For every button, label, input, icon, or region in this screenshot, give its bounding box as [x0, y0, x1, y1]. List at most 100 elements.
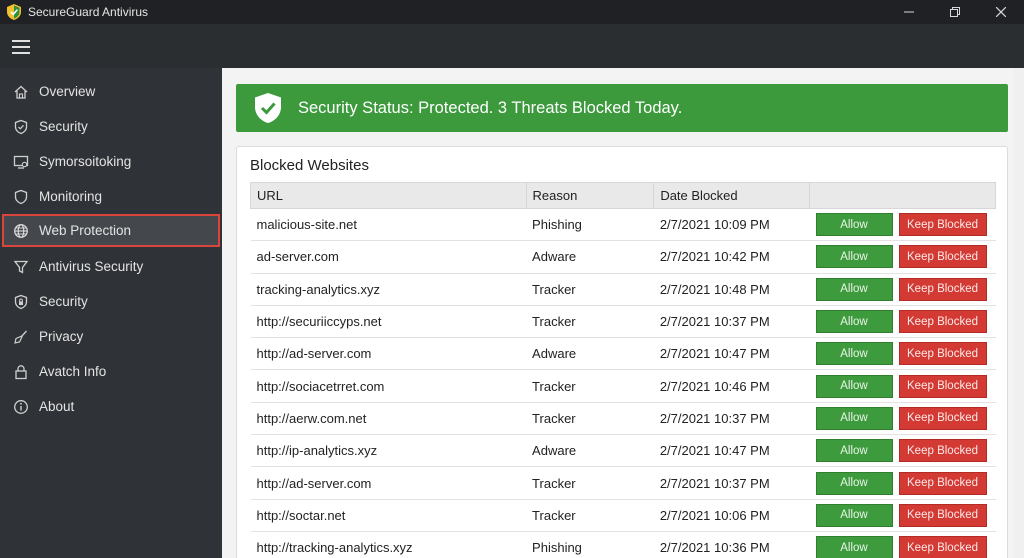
allow-button[interactable]: Allow: [815, 406, 893, 430]
table-row: http://securiiccyps.net Tracker 2/7/2021 1…: [250, 305, 996, 339]
restore-icon: [950, 7, 960, 17]
title-bar: SecureGuard Antivirus: [0, 0, 1024, 24]
allow-button[interactable]: Allow: [815, 310, 893, 334]
cell-url: http://aerw.com.net: [250, 402, 527, 436]
sidebar-item-label: Avatch Info: [39, 364, 107, 379]
cell-reason: Adware: [526, 337, 654, 371]
cell-actions: Allow Keep Blocked: [809, 240, 996, 274]
window-title: SecureGuard Antivirus: [28, 5, 149, 19]
column-header-actions: [809, 182, 996, 209]
lock-icon: [12, 363, 30, 381]
sidebar-item-label: Security: [39, 294, 88, 309]
table-row: http://sociacetrret.com Tracker 2/7/2021 1…: [250, 369, 996, 403]
keep-blocked-button[interactable]: Keep Blocked: [898, 503, 987, 527]
table-row: http://ad-server.com Tracker 2/7/2021 10:3…: [250, 466, 996, 500]
keep-blocked-button[interactable]: Keep Blocked: [898, 342, 987, 366]
allow-button[interactable]: Allow: [815, 503, 893, 527]
globe-icon: [12, 222, 30, 240]
allow-button[interactable]: Allow: [815, 277, 893, 301]
sidebar-item-about[interactable]: About: [2, 390, 220, 423]
cell-date-blocked: 2/7/2021 10:46 PM: [653, 369, 810, 403]
cell-actions: Allow Keep Blocked: [809, 208, 996, 242]
sidebar-item-symorsoitoking[interactable]: Symorsoitoking: [2, 145, 220, 178]
sidebar-item-avatch-info[interactable]: Avatch Info: [2, 355, 220, 388]
allow-button[interactable]: Allow: [815, 374, 893, 398]
cell-actions: Allow Keep Blocked: [809, 434, 996, 468]
hamburger-icon[interactable]: [12, 40, 30, 54]
keep-blocked-button[interactable]: Keep Blocked: [898, 406, 987, 430]
keep-blocked-button[interactable]: Keep Blocked: [898, 374, 987, 398]
cell-date-blocked: 2/7/2021 10:47 PM: [653, 337, 810, 371]
table-row: http://tracking-analytics.xyz Phishing 2/7…: [250, 531, 996, 558]
sidebar-item-label: Security: [39, 119, 88, 134]
close-button[interactable]: [978, 0, 1024, 24]
allow-button[interactable]: Allow: [815, 342, 893, 366]
keep-blocked-button[interactable]: Keep Blocked: [898, 439, 987, 463]
table-row: ad-server.com Adware 2/7/2021 10:42 PM Allo…: [250, 240, 996, 274]
cell-date-blocked: 2/7/2021 10:09 PM: [653, 208, 810, 242]
cell-date-blocked: 2/7/2021 10:37 PM: [653, 466, 810, 500]
cell-url: tracking-analytics.xyz: [250, 273, 527, 306]
allow-button[interactable]: Allow: [815, 245, 893, 269]
table-row: tracking-analytics.xyz Tracker 2/7/2021 10…: [250, 273, 996, 306]
sidebar: Overview Security Symorsoitoking Monitor…: [0, 68, 222, 558]
allow-button[interactable]: Allow: [815, 213, 893, 237]
keep-blocked-button[interactable]: Keep Blocked: [898, 277, 987, 301]
cell-actions: Allow Keep Blocked: [809, 305, 996, 339]
sidebar-item-monitoring[interactable]: Monitoring: [2, 180, 220, 213]
shield-check-icon: [255, 93, 281, 123]
cell-actions: Allow Keep Blocked: [809, 466, 996, 500]
sidebar-item-overview[interactable]: Overview: [2, 75, 220, 108]
sidebar-item-security[interactable]: Security: [2, 110, 220, 143]
cell-date-blocked: 2/7/2021 10:36 PM: [653, 531, 810, 558]
broom-icon: [12, 328, 30, 346]
sidebar-item-privacy[interactable]: Privacy: [2, 320, 220, 353]
sidebar-item-label: Overview: [39, 84, 96, 99]
cell-url: http://sociacetrret.com: [250, 369, 527, 403]
sidebar-item-label: Monitoring: [39, 189, 103, 204]
table-row: http://soctar.net Tracker 2/7/2021 10:06 P…: [250, 499, 996, 532]
column-header-date-blocked[interactable]: Date Blocked: [653, 182, 810, 209]
allow-button[interactable]: Allow: [815, 536, 893, 558]
cell-date-blocked: 2/7/2021 10:42 PM: [653, 240, 810, 274]
keep-blocked-button[interactable]: Keep Blocked: [898, 213, 987, 237]
sidebar-item-web-protection[interactable]: Web Protection: [2, 214, 220, 247]
table-row: http://ad-server.com Adware 2/7/2021 10:47…: [250, 337, 996, 371]
cell-reason: Tracker: [526, 466, 654, 500]
minimize-button[interactable]: [886, 0, 932, 24]
allow-button[interactable]: Allow: [815, 439, 893, 463]
cell-url: ad-server.com: [250, 240, 527, 274]
cell-url: malicious-site.net: [250, 208, 527, 242]
column-header-url[interactable]: URL: [250, 182, 527, 209]
cell-date-blocked: 2/7/2021 10:06 PM: [653, 499, 810, 532]
keep-blocked-button[interactable]: Keep Blocked: [898, 471, 987, 495]
cell-actions: Allow Keep Blocked: [809, 531, 996, 558]
sidebar-item-security-2[interactable]: Security: [2, 285, 220, 318]
keep-blocked-button[interactable]: Keep Blocked: [898, 245, 987, 269]
keep-blocked-button[interactable]: Keep Blocked: [898, 310, 987, 334]
cell-date-blocked: 2/7/2021 10:37 PM: [653, 305, 810, 339]
column-header-reason[interactable]: Reason: [525, 182, 655, 209]
status-text: Security Status: Protected. 3 Threats Bl…: [298, 98, 683, 117]
allow-button[interactable]: Allow: [815, 471, 893, 495]
table-row: http://ip-analytics.xyz Adware 2/7/2021 10…: [250, 434, 996, 468]
top-bar: [0, 24, 1024, 68]
main-content: Security Status: Protected. 3 Threats Bl…: [222, 68, 1024, 558]
sidebar-item-antivirus-security[interactable]: Antivirus Security: [2, 250, 220, 283]
keep-blocked-button[interactable]: Keep Blocked: [898, 536, 987, 558]
table-row: http://aerw.com.net Tracker 2/7/2021 10:37…: [250, 402, 996, 436]
close-icon: [996, 7, 1006, 17]
table-header-row: URL Reason Date Blocked: [250, 182, 996, 209]
shield-check-icon: [12, 118, 30, 136]
cell-reason: Tracker: [526, 273, 654, 306]
cell-reason: Tracker: [526, 402, 654, 436]
cell-date-blocked: 2/7/2021 10:37 PM: [653, 402, 810, 436]
cell-reason: Phishing: [526, 531, 654, 558]
cell-actions: Allow Keep Blocked: [809, 273, 996, 306]
shield-logo-icon: [7, 4, 21, 20]
restore-button[interactable]: [932, 0, 978, 24]
info-icon: [12, 398, 30, 416]
vertical-scrollbar[interactable]: [1014, 68, 1024, 558]
cell-url: http://securiiccyps.net: [250, 305, 527, 339]
cell-date-blocked: 2/7/2021 10:47 PM: [653, 434, 810, 468]
